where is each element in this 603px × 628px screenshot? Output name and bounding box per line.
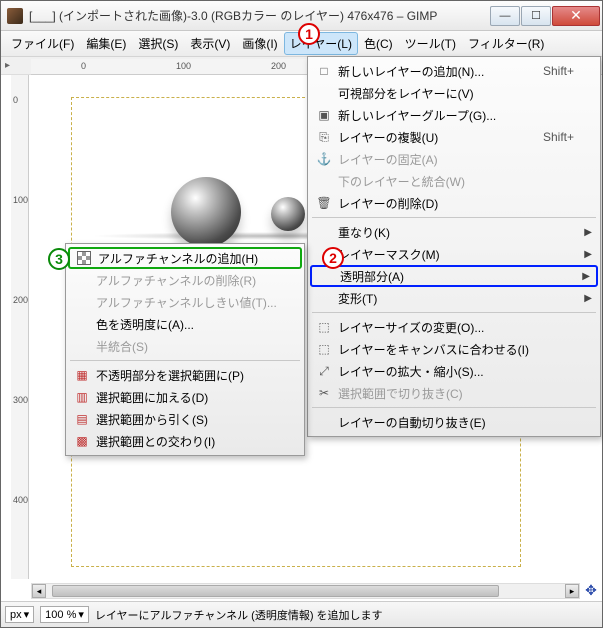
submenu-arrow-icon: ▶: [584, 227, 592, 238]
menu-item-label: 選択範囲に加える(D): [96, 389, 208, 406]
menu-shortcut: Shift+: [519, 64, 574, 78]
submenu-item[interactable]: アルファチャンネルの追加(H): [68, 247, 302, 269]
menu-item[interactable]: 変形(T) ▶: [310, 287, 598, 309]
menu-item-label: レイヤーの固定(A): [338, 151, 438, 168]
chevron-down-icon: ▾: [24, 608, 30, 621]
unit-select[interactable]: px▾: [5, 606, 34, 623]
menu-item[interactable]: 🗑レイヤーの削除(D): [310, 192, 598, 214]
sphere-small: [271, 197, 305, 231]
menu-item: ✂選択範囲で切り抜き(C): [310, 382, 598, 404]
menu-item[interactable]: レイヤーマスク(M) ▶: [310, 243, 598, 265]
menu-color[interactable]: 色(C): [358, 32, 399, 55]
menu-item-label: レイヤーの削除(D): [338, 195, 438, 212]
menu-file[interactable]: ファイル(F): [5, 32, 80, 55]
menu-image[interactable]: 画像(I): [236, 32, 283, 55]
menu-item-label: レイヤーマスク(M): [338, 246, 440, 263]
maximize-button[interactable]: ☐: [521, 6, 551, 26]
menu-shortcut: Shift+: [519, 130, 574, 144]
submenu-item: アルファチャンネルしきい値(T)...: [68, 291, 302, 313]
window-controls: — ☐ ✕: [490, 5, 601, 27]
menu-item-label: レイヤーの自動切り抜き(E): [338, 414, 486, 431]
navigation-icon[interactable]: ✥: [582, 581, 600, 599]
menu-select[interactable]: 選択(S): [132, 32, 184, 55]
submenu-item[interactable]: ▤選択範囲から引く(S): [68, 408, 302, 430]
menu-item-label: アルファチャンネルの追加(H): [98, 250, 258, 267]
layer-menu-dropdown: □新しいレイヤーの追加(N)...Shift+可視部分をレイヤーに(V)▣新しい…: [307, 56, 601, 437]
menu-item-label: 下のレイヤーと統合(W): [338, 173, 465, 190]
menu-item[interactable]: □新しいレイヤーの追加(N)...Shift+: [310, 60, 598, 82]
menu-item-label: 半統合(S): [96, 338, 148, 355]
zoom-select[interactable]: 100 %▾: [40, 606, 89, 623]
menu-item-label: 選択範囲との交わり(I): [96, 433, 215, 450]
menu-item-label: 透明部分(A): [340, 268, 404, 285]
menu-item[interactable]: 重なり(K) ▶: [310, 221, 598, 243]
minimize-button[interactable]: —: [490, 6, 520, 26]
menu-tool[interactable]: ツール(T): [399, 32, 462, 55]
menu-item-label: 変形(T): [338, 290, 377, 307]
annotation-badge-1: 1: [298, 23, 320, 45]
close-button[interactable]: ✕: [552, 6, 600, 26]
menu-item-label: アルファチャンネルしきい値(T)...: [96, 294, 277, 311]
submenu-item: アルファチャンネルの削除(R): [68, 269, 302, 291]
menu-item[interactable]: レイヤーの自動切り抜き(E): [310, 411, 598, 433]
menu-item[interactable]: 可視部分をレイヤーに(V): [310, 82, 598, 104]
menu-item: ⚓レイヤーの固定(A): [310, 148, 598, 170]
submenu-item[interactable]: ▦不透明部分を選択範囲に(P): [68, 364, 302, 386]
annotation-badge-3: 3: [48, 248, 70, 270]
submenu-item[interactable]: ▥選択範囲に加える(D): [68, 386, 302, 408]
menu-item-label: 選択範囲から引く(S): [96, 411, 208, 428]
submenu-item[interactable]: 色を透明度に(A)...: [68, 313, 302, 335]
menu-item-label: 新しいレイヤーグループ(G)...: [338, 107, 496, 124]
transparency-submenu: アルファチャンネルの追加(H) アルファチャンネルの削除(R) アルファチャンネルし…: [65, 243, 305, 456]
menu-item[interactable]: 透明部分(A) ▶: [310, 265, 598, 287]
menu-item-label: 新しいレイヤーの追加(N)...: [338, 63, 484, 80]
scrollbar-horizontal[interactable]: ◂ ▸: [31, 583, 580, 599]
menu-item[interactable]: ⤢レイヤーの拡大・縮小(S)...: [310, 360, 598, 382]
statusbar: px▾ 100 %▾ レイヤーにアルファチャンネル (透明度情報) を追加します: [1, 601, 602, 627]
scroll-left-button[interactable]: ◂: [32, 584, 46, 598]
menu-item-label: 可視部分をレイヤーに(V): [338, 85, 474, 102]
submenu-item: 半統合(S): [68, 335, 302, 357]
menu-item-label: レイヤーサイズの変更(O)...: [338, 319, 484, 336]
menu-item[interactable]: ⬚レイヤーをキャンバスに合わせる(I): [310, 338, 598, 360]
menu-item-label: レイヤーの複製(U): [338, 129, 438, 146]
menu-item-label: 選択範囲で切り抜き(C): [338, 385, 463, 402]
menu-layer[interactable]: レイヤー(L): [284, 32, 358, 55]
submenu-arrow-icon: ▶: [582, 271, 590, 282]
menu-item-label: レイヤーをキャンバスに合わせる(I): [338, 341, 529, 358]
menu-item-label: 色を透明度に(A)...: [96, 316, 194, 333]
submenu-item[interactable]: ▩選択範囲との交わり(I): [68, 430, 302, 452]
ruler-toggle-icon[interactable]: ▸: [5, 60, 10, 71]
menu-item[interactable]: ⎘レイヤーの複製(U)Shift+: [310, 126, 598, 148]
ruler-vertical: 0 100 200 300 400: [11, 75, 29, 579]
menu-edit[interactable]: 編集(E): [80, 32, 132, 55]
window-title: [___] (インポートされた画像)-3.0 (RGBカラー のレイヤー) 47…: [29, 7, 490, 24]
menu-view[interactable]: 表示(V): [184, 32, 236, 55]
menu-item[interactable]: ⬚レイヤーサイズの変更(O)...: [310, 316, 598, 338]
submenu-arrow-icon: ▶: [584, 249, 592, 260]
menu-filter[interactable]: フィルター(R): [462, 32, 550, 55]
menu-item: 下のレイヤーと統合(W): [310, 170, 598, 192]
status-message: レイヤーにアルファチャンネル (透明度情報) を追加します: [95, 607, 383, 623]
app-icon: [7, 8, 23, 24]
sphere-large: [171, 177, 241, 247]
menu-item-label: レイヤーの拡大・縮小(S)...: [338, 363, 484, 380]
scrollbar-thumb[interactable]: [52, 585, 499, 597]
scroll-right-button[interactable]: ▸: [565, 584, 579, 598]
menu-item-label: アルファチャンネルの削除(R): [96, 272, 256, 289]
chevron-down-icon: ▾: [78, 608, 84, 621]
menu-item-label: 不透明部分を選択範囲に(P): [96, 367, 244, 384]
submenu-arrow-icon: ▶: [584, 293, 592, 304]
annotation-badge-2: 2: [322, 247, 344, 269]
menu-item-label: 重なり(K): [338, 224, 390, 241]
menu-item[interactable]: ▣新しいレイヤーグループ(G)...: [310, 104, 598, 126]
